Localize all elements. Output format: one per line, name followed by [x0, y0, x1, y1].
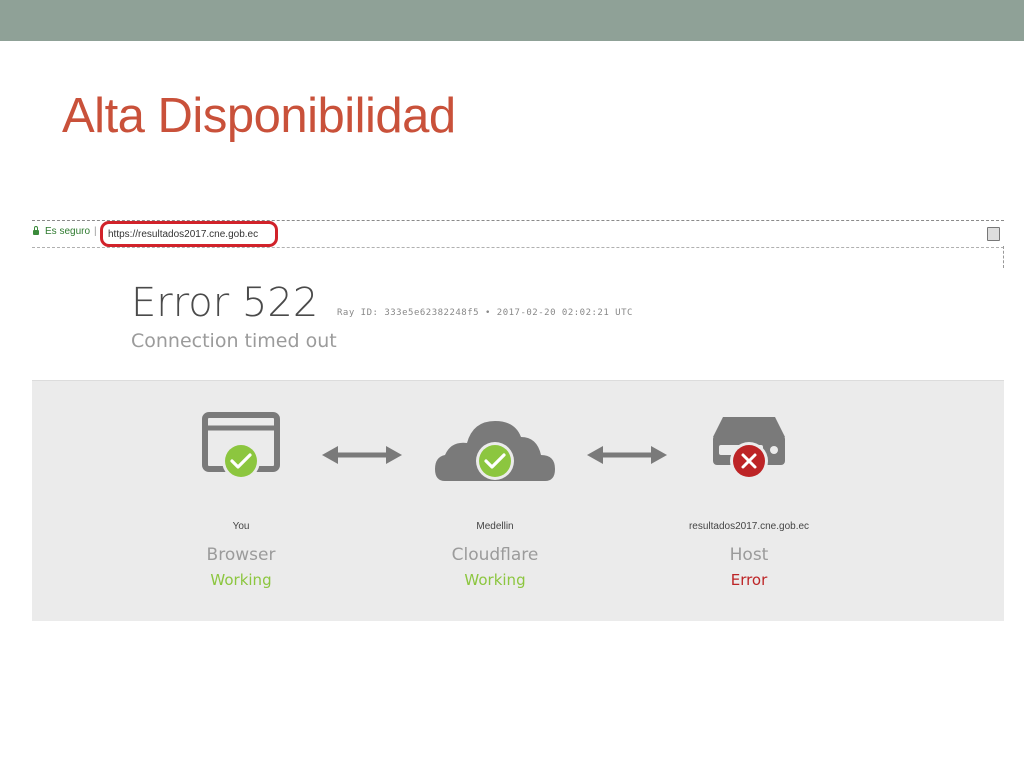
node-name: Cloudflare: [451, 545, 539, 565]
url-input[interactable]: [100, 221, 278, 247]
secure-label[interactable]: Es seguro: [45, 226, 90, 237]
node-top-label: You: [232, 521, 250, 532]
node-name: Host: [729, 545, 769, 565]
server-icon: [713, 417, 785, 480]
error-message: Connection timed out: [131, 330, 337, 352]
node-status: Working: [210, 571, 272, 589]
ray-id-info: Ray ID: 333e5e62382248f5 • 2017-02-20 02…: [337, 308, 633, 318]
cloudflare-node: Medellin Cloudflare Working: [375, 411, 615, 611]
connection-diagram: You Browser Working Medellin Cloudflare …: [32, 380, 1004, 621]
node-top-label: Medellin: [476, 521, 514, 532]
error-code: Error 522: [131, 280, 319, 326]
slide-top-bar: [0, 0, 1024, 41]
browser-node: You Browser Working: [121, 411, 361, 611]
host-node: resultados2017.cne.gob.ec Host Error: [629, 411, 869, 611]
slide-title: Alta Disponibilidad: [62, 89, 456, 143]
extension-icon[interactable]: [987, 227, 1000, 241]
node-status: Working: [464, 571, 526, 589]
page-edge-divider: [1003, 246, 1004, 268]
node-name: Browser: [206, 545, 276, 565]
address-bar: Es seguro |: [32, 220, 1004, 248]
address-separator: |: [94, 226, 97, 237]
node-top-label: resultados2017.cne.gob.ec: [688, 521, 810, 532]
error-page-screenshot: Es seguro | Error 522 Ray ID: 333e5e6238…: [32, 218, 1004, 621]
cloud-icon: [435, 421, 555, 481]
node-status: Error: [730, 571, 768, 589]
lock-icon: [33, 226, 39, 235]
